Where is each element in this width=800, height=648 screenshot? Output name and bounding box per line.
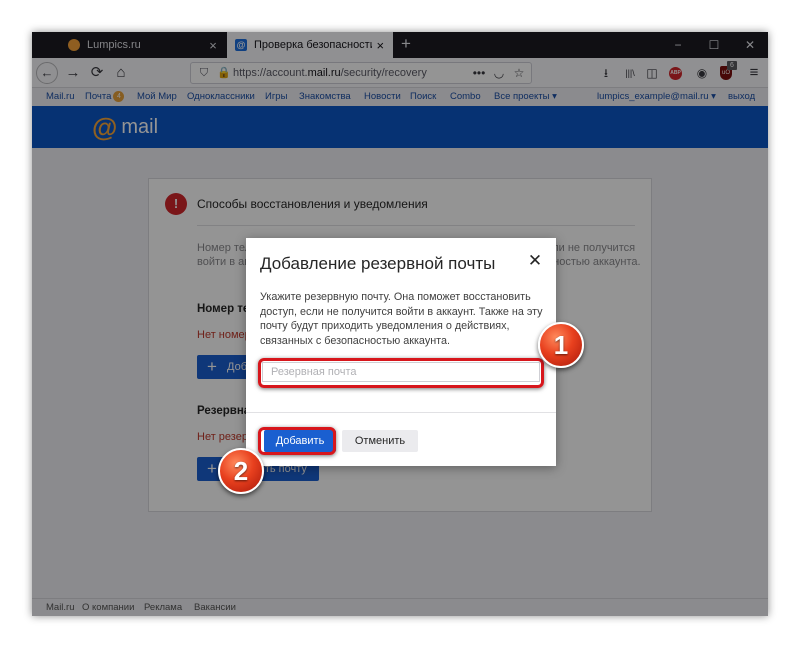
step-marker-1: 1 [538,322,584,368]
button-highlight-frame [258,427,336,455]
close-icon[interactable]: ✕ [526,252,544,270]
step-marker-2: 2 [218,448,264,494]
input-highlight-frame [258,358,544,388]
dialog-title: Добавление резервной почты [260,254,496,273]
browser-window: Lumpics.ru × @ Проверка безопасности × +… [32,32,768,616]
dialog-divider [246,412,556,413]
dialog-description: Укажите резервную почту. Она поможет вос… [260,291,543,347]
cancel-button[interactable]: Отменить [342,430,418,452]
